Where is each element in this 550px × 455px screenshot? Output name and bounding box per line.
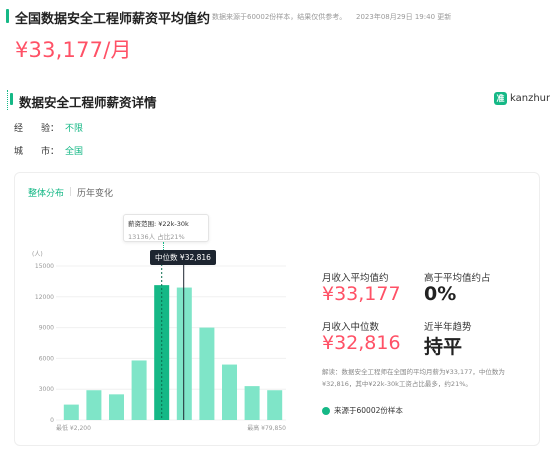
filter-experience[interactable]: 经 验： 不限 [14, 121, 83, 134]
histogram-bar [199, 327, 215, 420]
update-time: 2023年08月29日 19:40 更新 [356, 13, 452, 21]
y-tick-label: 0 [50, 417, 54, 424]
average-salary: ¥33,177/月 [15, 38, 132, 62]
tab-yearly-change[interactable]: 历年变化 [77, 186, 113, 199]
histogram-bar [244, 386, 260, 420]
filter-city[interactable]: 城 市： 全国 [14, 144, 83, 157]
above-average-value: 0% [424, 283, 457, 305]
section-dotted-divider [7, 90, 8, 110]
trend-label: 近半年趋势 [424, 322, 472, 333]
detail-title: 数据安全工程师薪资详情 [19, 95, 157, 110]
histogram-bar [267, 390, 283, 420]
average-label: 月收入平均值约 [322, 273, 389, 284]
y-tick-label: 6000 [39, 355, 54, 362]
tooltip-count: 13136人 占比21% [128, 233, 185, 241]
y-tick-label: 9000 [39, 325, 54, 332]
tab-overall-distribution[interactable]: 整体分布 [28, 186, 64, 199]
median-badge: 中位数 ¥32,816 [150, 250, 216, 265]
page-title: 全国数据安全工程师薪资平均值约 [15, 12, 211, 27]
title-accent-bar [6, 9, 9, 23]
x-min-label: 最低 ¥2,200 [56, 424, 91, 432]
filter-experience-value[interactable]: 不限 [65, 121, 83, 134]
tooltip-range: 薪资范围: ¥22k-30k [128, 220, 189, 228]
tooltip-pointer-line [163, 242, 164, 250]
filter-city-label: 城 市： [14, 147, 60, 157]
median-label: 月收入中位数 [322, 322, 380, 333]
histogram-bar [86, 390, 102, 420]
kanzhun-logo[interactable]: 准 kanzhun [494, 92, 550, 105]
x-max-label: 最高 ¥79,850 [247, 424, 286, 432]
chart-tooltip: 薪资范围: ¥22k-30k 13136人 占比21% [123, 214, 209, 242]
histogram-bar [63, 404, 79, 420]
median-value: ¥32,816 [322, 332, 401, 354]
histogram-bar [222, 364, 237, 420]
detail-accent-bar [10, 93, 13, 105]
above-average-label: 高于平均值约占 [424, 273, 491, 284]
sample-note: 数据来源于60002份样本，结果仅供参考。 [212, 13, 347, 21]
salary-histogram: (人) 15000 12000 9000 6000 3000 0最低 ¥2,200 最高 ¥7… [32, 251, 286, 432]
tab-separator [70, 187, 71, 196]
average-value: ¥33,177 [322, 283, 401, 305]
y-tick-label: 12000 [35, 294, 54, 301]
trend-value: 持平 [424, 336, 463, 358]
filter-experience-label: 经 验： [14, 124, 60, 134]
histogram-bar [131, 360, 147, 420]
y-tick-label: 3000 [39, 386, 54, 393]
kanzhun-logo-icon: 准 [494, 92, 507, 105]
filter-city-value[interactable]: 全国 [65, 144, 83, 157]
salary-explanation: 解读：数据安全工程师在全国的平均月薪为¥33,177，中位数为¥32,816，其… [322, 368, 505, 388]
sample-source-text: 来源于60002份样本 [334, 406, 403, 415]
histogram-bar [109, 394, 124, 420]
kanzhun-logo-text: kanzhun [510, 93, 550, 104]
y-tick-label: 15000 [35, 263, 54, 270]
histogram-bar [176, 287, 192, 420]
sample-source: 来源于60002份样本 [322, 405, 403, 416]
source-dot-icon [322, 406, 330, 415]
y-axis-unit-label: (人) [32, 251, 43, 258]
